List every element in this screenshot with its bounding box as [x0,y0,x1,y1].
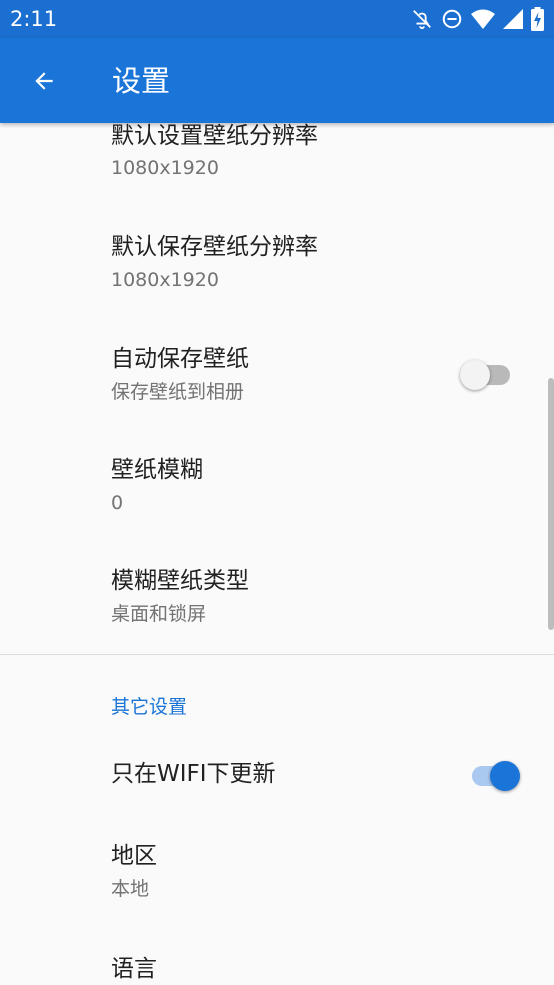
section-header-other: 其它设置 [111,696,188,718]
notifications-off-icon [411,8,433,30]
setting-value: 桌面和锁屏 [111,603,207,625]
setting-default-wallpaper-resolution[interactable]: 默认设置壁纸分辨率 1080x1920 [0,123,554,203]
wifi-icon [471,8,495,30]
settings-list[interactable]: 默认设置壁纸分辨率 1080x1920 默认保存壁纸分辨率 1080x1920 … [0,123,554,985]
setting-title: 地区 [111,843,157,869]
setting-default-save-resolution[interactable]: 默认保存壁纸分辨率 1080x1920 [0,213,554,325]
setting-title: 壁纸模糊 [111,457,203,483]
status-bar: 2:11 [0,0,554,38]
setting-language[interactable]: 语言 [0,925,554,985]
setting-title: 只在WIFI下更新 [111,761,276,787]
status-time: 2:11 [10,7,58,31]
switch-thumb [490,761,520,791]
cell-signal-icon [503,9,523,29]
setting-title: 默认设置壁纸分辨率 [111,123,318,149]
page-title: 设置 [112,64,171,98]
setting-title: 自动保存壁纸 [111,346,249,372]
scrollbar[interactable] [548,378,554,630]
setting-title: 语言 [111,956,157,982]
setting-summary: 保存壁纸到相册 [111,381,245,403]
setting-title: 默认保存壁纸分辨率 [111,234,318,260]
setting-value: 本地 [111,878,150,900]
setting-value: 0 [111,492,124,514]
status-icons [411,6,544,32]
setting-title: 模糊壁纸类型 [111,568,249,594]
setting-value: 1080x1920 [111,269,219,291]
wifi-only-switch[interactable] [466,755,526,795]
switch-thumb [460,360,490,390]
setting-auto-save[interactable]: 自动保存壁纸 保存壁纸到相册 [0,325,554,437]
setting-value: 1080x1920 [111,157,219,179]
setting-wifi-only[interactable]: 只在WIFI下更新 [0,733,554,815]
setting-blur[interactable]: 壁纸模糊 0 [0,437,554,549]
arrow-back-icon [35,72,53,90]
section-divider [0,654,554,655]
back-button[interactable] [22,59,66,103]
app-bar: 设置 [0,38,554,123]
do-not-disturb-icon [441,8,463,30]
setting-region[interactable]: 地区 本地 [0,815,554,925]
auto-save-switch[interactable] [460,354,520,394]
battery-charging-icon [531,7,544,31]
setting-blur-type[interactable]: 模糊壁纸类型 桌面和锁屏 [0,549,554,654]
